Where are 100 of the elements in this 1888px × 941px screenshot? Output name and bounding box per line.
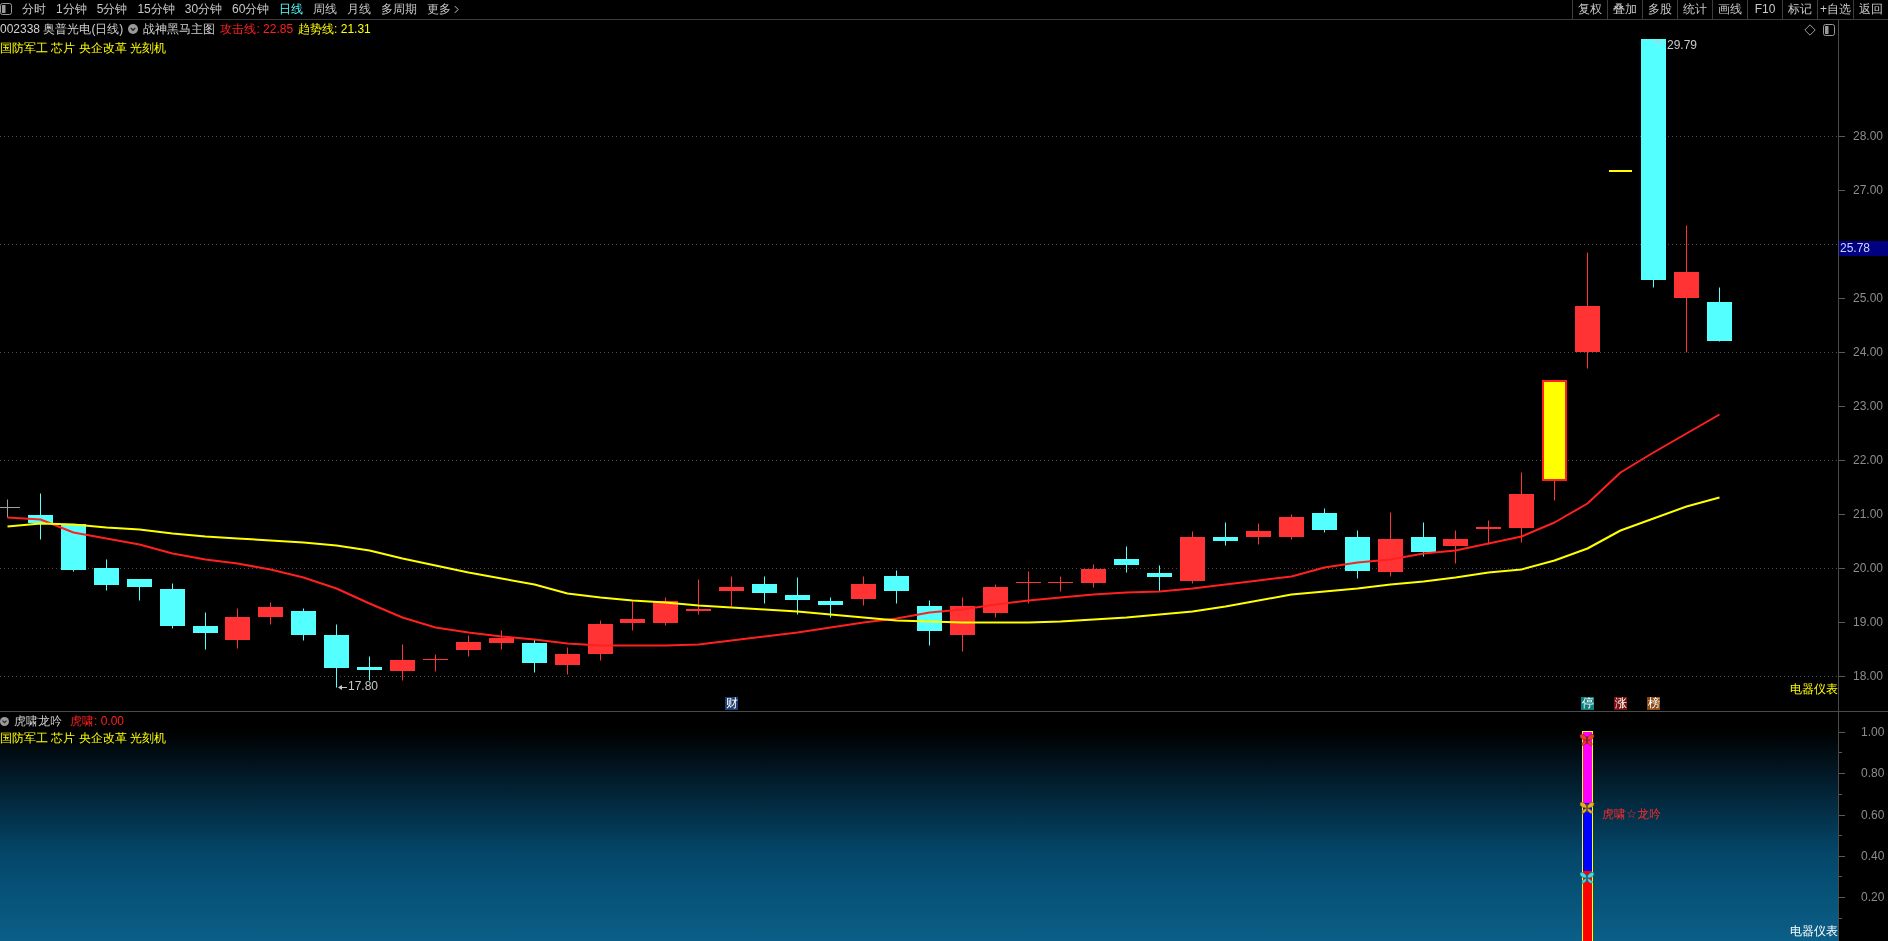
stock-title: 002338 奥普光电(日线) [0,20,124,38]
candlestick [489,630,514,650]
period-tab[interactable]: 15分钟 [132,0,180,19]
price-label: 29.79 [1667,38,1698,52]
candlestick [719,576,744,607]
candlestick [193,612,218,650]
candlestick [1378,512,1403,577]
toolbar-button[interactable]: 画线 [1712,0,1747,19]
candlestick [225,608,250,649]
candlestick [818,597,843,618]
indicator-name: 战神黑马主图 [143,20,216,38]
candlestick [1213,522,1238,546]
candlestick [1345,530,1370,579]
axis-label: 0.20 [1861,889,1885,905]
candlestick [258,602,283,625]
candlestick [160,583,185,629]
toolbar-button[interactable]: 叠加 [1607,0,1642,19]
indicator-value: 虎啸: 0.00 [70,712,125,730]
candlestick [588,620,613,661]
candlestick [785,577,810,615]
toolbar-button[interactable]: F10 [1747,0,1782,19]
axis-label: 0.80 [1861,765,1885,781]
event-badge[interactable]: 停 [1581,697,1594,710]
candlestick [94,559,119,591]
event-badge[interactable]: 榜 [1647,697,1660,710]
dropdown-icon[interactable] [0,716,9,726]
dropdown-icon[interactable] [128,24,139,34]
candlestick [686,579,711,615]
candlestick [653,597,678,626]
butterfly-icon [1579,801,1595,815]
period-tab[interactable]: 分时 [17,0,51,19]
candlestick [127,579,152,601]
period-tab[interactable]: 日线 [274,0,309,19]
period-tab[interactable]: 30分钟 [179,0,228,19]
toolbar-button[interactable]: 复权 [1572,0,1607,19]
toolbar-button[interactable]: 多股 [1642,0,1677,19]
axis-label: 0.40 [1861,848,1885,864]
candlestick [456,635,481,657]
candlestick [28,493,53,540]
candlestick [1476,520,1501,545]
candlestick [752,576,777,604]
leader-arrow [338,685,348,690]
concept-tags: 国防军工 芯片 央企改革 光刻机 [0,39,166,57]
axis-label: 28.00 [1853,128,1884,144]
current-price-label: 25.78 [1839,241,1888,256]
period-tab[interactable]: 1分钟 [51,0,92,19]
candlestick [555,647,580,675]
candlestick [1180,531,1205,584]
candlestick [884,570,909,604]
event-badge[interactable]: 财 [725,697,738,710]
axis-label: 19.00 [1853,614,1884,630]
candlestick [357,656,382,681]
indicator-name: 虎啸龙吟 [14,712,62,730]
price-label: 17.80 [348,679,379,693]
more-menu[interactable]: 更多 [422,0,465,19]
signal-label: 虎啸☆龙吟 [1602,806,1661,822]
candlestick [1246,523,1271,545]
period-tab[interactable]: 60分钟 [227,0,275,19]
candlestick [423,654,448,672]
concept-tags: 国防军工 芯片 央企改革 光刻机 [0,729,166,747]
axis-label: 18.00 [1853,668,1884,684]
candlestick [1312,508,1337,533]
toolbar-button[interactable]: +自选 [1817,0,1853,19]
toolbar-button[interactable]: 统计 [1677,0,1712,19]
sector-label: 电器仪表 [1790,924,1838,938]
chevron-right-icon [454,5,460,14]
candlestick [1509,472,1534,543]
candlestick [61,524,86,572]
candlestick [324,624,349,688]
candlestick [1411,522,1436,557]
candlestick [950,597,975,652]
candlestick [1114,546,1139,573]
indicator-value: 攻击线: 22.85 [220,20,294,38]
event-badge[interactable]: 涨 [1614,697,1627,710]
axis-label: 23.00 [1853,398,1884,414]
candlestick [1609,170,1632,172]
candlestick [983,584,1008,618]
axis-label: 21.00 [1853,506,1884,522]
candlestick [1147,565,1172,592]
axis-label: 22.00 [1853,452,1884,468]
diamond-icon[interactable] [1804,24,1816,36]
period-tab[interactable]: 月线 [342,0,377,19]
candlestick [1016,571,1041,604]
butterfly-icon [1579,871,1595,885]
period-tab[interactable]: 周线 [308,0,343,19]
candlestick [851,576,876,606]
axis-label: 20.00 [1853,560,1884,576]
candlestick [1443,530,1468,564]
indicator-value: 趋势线: 21.31 [298,20,371,38]
toolbar-button[interactable]: 标记 [1782,0,1817,19]
candlestick [620,601,645,631]
candlestick [1279,514,1304,540]
panel-toggle-icon[interactable] [0,3,12,15]
period-tab[interactable]: 多周期 [376,0,423,19]
candlestick [390,644,415,681]
candlestick [291,608,316,641]
period-tab[interactable]: 5分钟 [91,0,133,19]
axis-label: 27.00 [1853,182,1884,198]
panel-toggle-icon[interactable] [1823,24,1835,36]
toolbar-button[interactable]: 返回 [1853,0,1888,19]
